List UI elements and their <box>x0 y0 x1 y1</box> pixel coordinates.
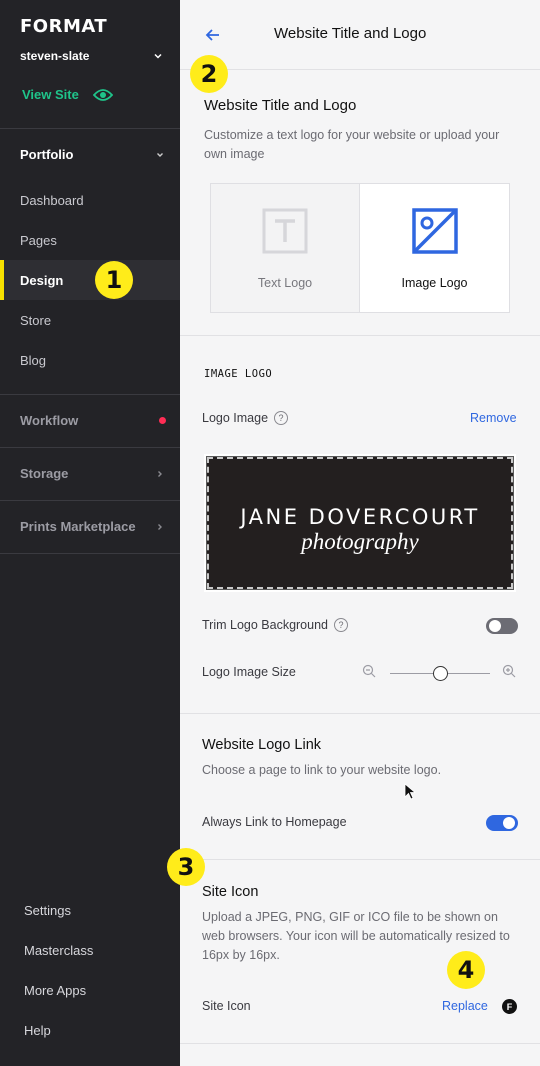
section-divider <box>180 713 540 714</box>
logo-image-row: Logo Image? <box>202 411 289 425</box>
sidebar-section-prints[interactable]: Prints Marketplace <box>20 519 166 534</box>
section-divider <box>180 335 540 336</box>
text-logo-option[interactable]: Text Logo <box>210 183 360 313</box>
remove-logo-link[interactable]: Remove <box>470 411 517 425</box>
image-logo-option[interactable]: Image Logo <box>360 183 510 313</box>
sidebar-divider <box>0 447 180 448</box>
image-logo-icon <box>411 208 458 254</box>
settings-panel: Website Title and Logo Website Title and… <box>180 0 540 1066</box>
back-arrow-icon[interactable] <box>204 26 222 44</box>
sidebar-item-store[interactable]: Store <box>0 300 180 340</box>
site-name: steven-slate <box>20 49 90 63</box>
portfolio-label: Portfolio <box>20 147 74 162</box>
logo-preview-subtitle: photography <box>301 529 419 554</box>
section-divider <box>180 1043 540 1044</box>
prints-marketplace-label: Prints Marketplace <box>20 519 136 534</box>
logo-size-label: Logo Image Size <box>202 665 296 679</box>
callout-badge-3: 3 <box>167 848 205 886</box>
callout-badge-4: 4 <box>447 951 485 989</box>
sidebar-section-workflow[interactable]: Workflow <box>20 413 166 428</box>
workflow-label: Workflow <box>20 413 79 428</box>
sidebar-item-settings[interactable]: Settings <box>24 903 71 918</box>
text-logo-label: Text Logo <box>257 276 313 290</box>
title-logo-description: Customize a text logo for your website o… <box>204 128 500 161</box>
sidebar-divider <box>0 394 180 395</box>
chevron-right-icon <box>158 523 162 530</box>
sidebar-item-blog[interactable]: Blog <box>0 340 180 380</box>
chevron-down-icon <box>157 152 163 157</box>
toggle-knob <box>489 620 501 632</box>
zoom-out-icon[interactable] <box>362 664 376 678</box>
trim-logo-toggle[interactable] <box>486 618 518 634</box>
view-site-label: View Site <box>22 87 79 102</box>
always-home-label: Always Link to Homepage <box>202 815 347 829</box>
view-site-link[interactable]: View Site <box>22 87 113 102</box>
sidebar-section-portfolio[interactable]: Portfolio <box>20 147 166 162</box>
mouse-cursor-icon <box>404 783 416 800</box>
sidebar-item-more-apps[interactable]: More Apps <box>24 983 86 998</box>
storage-label: Storage <box>20 466 69 481</box>
chevron-right-icon <box>158 470 162 477</box>
logo-link-heading: Website Logo Link <box>202 737 322 753</box>
logo-size-slider-handle[interactable] <box>432 666 448 681</box>
notification-dot <box>159 417 166 424</box>
sidebar-item-dashboard[interactable]: Dashboard <box>0 180 180 220</box>
replace-site-icon-link[interactable]: Replace <box>442 999 488 1013</box>
sidebar-section-storage[interactable]: Storage <box>20 466 166 481</box>
sidebar-divider <box>0 553 180 554</box>
section-heading-title-logo: Website Title and Logo <box>204 97 357 114</box>
logo-preview-name: JANE DOVERCOURT <box>240 505 480 529</box>
site-icon-preview: F <box>502 999 517 1014</box>
site-icon-heading: Site Icon <box>202 884 259 900</box>
toggle-knob <box>503 817 515 829</box>
help-icon[interactable]: ? <box>334 618 348 632</box>
site-icon-row-label: Site Icon <box>202 999 251 1013</box>
section-divider <box>180 859 540 860</box>
logo-image-label: Logo Image <box>202 411 269 425</box>
logo-image-preview[interactable]: JANE DOVERCOURT photography <box>204 454 516 592</box>
eye-icon <box>92 88 113 101</box>
site-switcher[interactable]: steven-slate <box>20 48 164 64</box>
sidebar-divider <box>0 500 180 501</box>
image-logo-label: Image Logo <box>401 276 468 290</box>
zoom-in-icon[interactable] <box>502 664 516 678</box>
sidebar-item-design[interactable]: Design <box>0 260 180 300</box>
callout-badge-1: 1 <box>95 261 133 299</box>
sidebar: FORMAT steven-slate View Site Portfolio … <box>0 0 180 1066</box>
trim-logo-label: Trim Logo Background <box>202 618 328 632</box>
panel-title: Website Title and Logo <box>274 25 427 42</box>
sidebar-divider <box>0 128 180 129</box>
logo-image-frame: JANE DOVERCOURT photography <box>206 456 514 590</box>
text-logo-icon <box>262 208 308 254</box>
trim-logo-row: Trim Logo Background? <box>202 618 348 632</box>
callout-badge-2: 2 <box>190 55 228 93</box>
panel-header: Website Title and Logo <box>180 0 540 70</box>
sidebar-item-pages[interactable]: Pages <box>0 220 180 260</box>
logo-link-description: Choose a page to link to your website lo… <box>202 763 442 777</box>
always-home-toggle[interactable] <box>486 815 518 831</box>
chevron-down-icon <box>154 53 162 59</box>
image-logo-section-label: IMAGE LOGO <box>204 368 273 380</box>
sidebar-item-help[interactable]: Help <box>24 1023 51 1038</box>
help-icon[interactable]: ? <box>274 411 289 425</box>
format-logo[interactable]: FORMAT <box>20 16 107 37</box>
sidebar-item-masterclass[interactable]: Masterclass <box>24 943 93 958</box>
